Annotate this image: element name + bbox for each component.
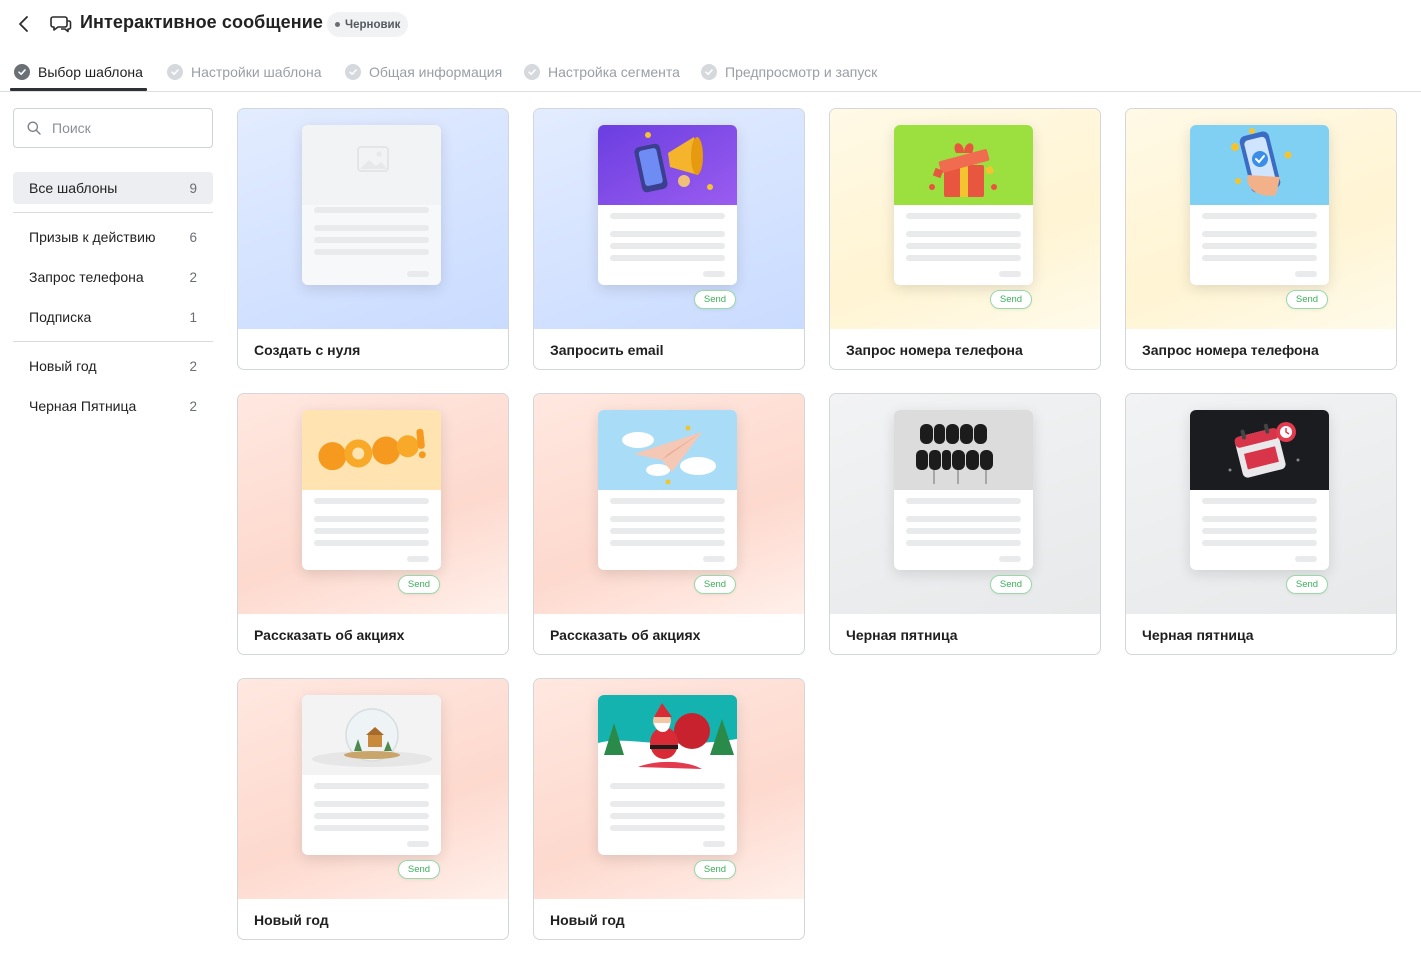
message-mockup [598, 410, 737, 570]
message-mockup [894, 410, 1033, 570]
send-button-preview: Send [694, 575, 736, 594]
status-badge: Черновик [327, 12, 409, 37]
page-header: Интерактивное сообщение Черновик [0, 0, 1421, 48]
check-circle-icon [345, 64, 361, 80]
step-template-choice[interactable]: Выбор шаблона [14, 61, 143, 83]
category-count: 6 [189, 229, 197, 245]
page-title: Интерактивное сообщение [80, 12, 324, 32]
send-button-preview: Send [398, 860, 440, 879]
category-black-friday[interactable]: Черная Пятница 2 [13, 390, 213, 422]
category-call-to-action[interactable]: Призыв к действию 6 [13, 221, 213, 253]
search-box [13, 108, 213, 148]
santa-claus-illustration [598, 695, 737, 775]
wow-text-illustration [302, 410, 441, 490]
check-circle-icon [14, 64, 30, 80]
message-mockup [598, 125, 737, 285]
category-count: 2 [189, 358, 197, 374]
send-button-preview: Send [398, 575, 440, 594]
template-title: Создать с нуля [254, 342, 361, 358]
black-friday-balloons-illustration [894, 410, 1033, 490]
message-mockup [1190, 125, 1329, 285]
category-subscription[interactable]: Подписка 1 [13, 301, 213, 333]
template-card-phone-request-2[interactable]: Send Запрос номера телефона [1125, 108, 1397, 370]
category-new-year[interactable]: Новый год 2 [13, 350, 213, 382]
phone-in-hand-illustration [1190, 125, 1329, 205]
send-button-preview: Send [1286, 290, 1328, 309]
category-label: Запрос телефона [29, 269, 144, 285]
category-label: Новый год [29, 358, 97, 374]
template-title: Запрос номера телефона [846, 342, 1023, 358]
category-count: 2 [189, 269, 197, 285]
category-count: 2 [189, 398, 197, 414]
image-placeholder-icon [302, 125, 441, 205]
category-count: 1 [189, 309, 197, 325]
send-button-preview: Send [990, 575, 1032, 594]
template-card-black-friday-2[interactable]: Send Черная пятница [1125, 393, 1397, 655]
template-title: Черная пятница [1142, 627, 1254, 643]
message-mockup [302, 695, 441, 855]
check-circle-icon [167, 64, 183, 80]
send-button-preview: Send [694, 290, 736, 309]
template-title: Рассказать об акциях [550, 627, 701, 643]
step-label: Общая информация [369, 64, 503, 80]
search-icon [27, 121, 41, 135]
send-button-preview: Send [1286, 575, 1328, 594]
paper-plane-illustration [598, 410, 737, 490]
category-label: Черная Пятница [29, 398, 137, 414]
send-button-preview: Send [694, 860, 736, 879]
category-label: Все шаблоны [29, 180, 118, 196]
status-dot-icon [335, 22, 340, 27]
check-circle-icon [701, 64, 717, 80]
step-segment-settings[interactable]: Настройка сегмента [524, 61, 680, 83]
sidebar-divider [13, 341, 213, 342]
template-card-new-year-2[interactable]: Send Новый год [533, 678, 805, 940]
status-badge-label: Черновик [345, 18, 401, 31]
message-mockup [598, 695, 737, 855]
template-title: Запросить email [550, 342, 664, 358]
gift-box-illustration [894, 125, 1033, 205]
step-label: Выбор шаблона [38, 64, 143, 80]
active-step-indicator [10, 88, 147, 91]
template-card-blank[interactable]: Создать с нуля [237, 108, 509, 370]
black-friday-calendar-illustration [1190, 410, 1329, 490]
template-card-promotions-1[interactable]: Send Рассказать об акциях [237, 393, 509, 655]
search-input[interactable] [52, 120, 202, 136]
megaphone-phone-illustration [598, 125, 737, 205]
step-general-info[interactable]: Общая информация [345, 61, 502, 83]
step-preview-launch[interactable]: Предпросмотр и запуск [701, 61, 877, 83]
category-label: Призыв к действию [29, 229, 156, 245]
step-label: Настройка сегмента [548, 64, 680, 80]
category-all-templates[interactable]: Все шаблоны 9 [13, 172, 213, 204]
category-count: 9 [189, 180, 197, 196]
template-title: Новый год [254, 912, 329, 928]
template-card-black-friday-1[interactable]: Send Черная пятница [829, 393, 1101, 655]
wizard-steps: Выбор шаблона Настройки шаблона Общая ин… [0, 52, 1421, 92]
template-title: Черная пятница [846, 627, 958, 643]
template-title: Рассказать об акциях [254, 627, 405, 643]
template-card-phone-request-1[interactable]: Send Запрос номера телефона [829, 108, 1101, 370]
check-circle-icon [524, 64, 540, 80]
message-mockup [302, 410, 441, 570]
message-mockup [1190, 410, 1329, 570]
message-mockup [302, 125, 441, 285]
snow-globe-illustration [302, 695, 441, 775]
chat-bubbles-icon [50, 13, 72, 35]
step-label: Предпросмотр и запуск [725, 64, 878, 80]
template-title: Запрос номера телефона [1142, 342, 1319, 358]
step-label: Настройки шаблона [191, 64, 322, 80]
send-button-preview: Send [990, 290, 1032, 309]
template-title: Новый год [550, 912, 625, 928]
template-card-new-year-1[interactable]: Send Новый год [237, 678, 509, 940]
sidebar-divider [13, 212, 213, 213]
message-mockup [894, 125, 1033, 285]
back-arrow-icon[interactable] [12, 12, 36, 36]
step-template-settings[interactable]: Настройки шаблона [167, 61, 322, 83]
template-card-promotions-2[interactable]: Send Рассказать об акциях [533, 393, 805, 655]
category-label: Подписка [29, 309, 92, 325]
template-card-request-email[interactable]: Send Запросить email [533, 108, 805, 370]
category-phone-request[interactable]: Запрос телефона 2 [13, 261, 213, 293]
